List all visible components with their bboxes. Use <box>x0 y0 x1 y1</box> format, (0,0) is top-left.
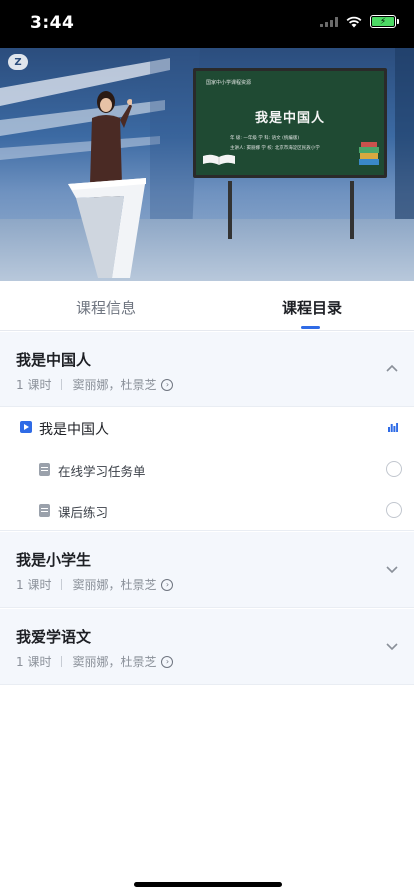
blackboard: 国家中小学课程资源 我是中国人 年 级: 一年级 学 科: 语文 (统编版) 主… <box>193 68 387 178</box>
chevron-up-icon[interactable] <box>386 364 398 372</box>
board-title: 我是中国人 <box>254 111 325 126</box>
lesson-resource-item[interactable]: 在线学习任务单 <box>0 449 414 490</box>
resource-title: 课后练习 <box>58 505 109 520</box>
unit-lesson-count: 1 课时 <box>16 655 52 669</box>
channel-logo-icon: Z <box>8 54 28 70</box>
teacher-detail-arrow-icon[interactable]: › <box>161 578 174 591</box>
lesson-resource-item[interactable]: 课后练习 <box>0 490 414 531</box>
book-stack-icon <box>359 142 379 165</box>
battery-charging-icon: ⚡ <box>372 17 394 27</box>
now-playing-bars-icon <box>388 423 398 432</box>
unit-teachers[interactable]: 窦丽娜，杜景芝 <box>72 653 156 670</box>
unit-header[interactable]: 我是小学生 1 课时 窦丽娜，杜景芝 › <box>0 532 414 608</box>
status-bar: 3:44 ⚡ <box>0 0 414 48</box>
completion-radio[interactable] <box>386 502 402 518</box>
board-grade-subject: 年 级: 一年级 学 科: 语文 (统编版) <box>230 136 300 141</box>
board-header: 国家中小学课程资源 <box>206 80 252 86</box>
play-icon <box>20 421 32 433</box>
chevron-down-icon[interactable] <box>386 643 398 651</box>
unit-teachers[interactable]: 窦丽娜，杜景芝 <box>72 576 156 593</box>
status-time: 3:44 <box>30 13 75 33</box>
video-player[interactable]: Z 国家中小学课程资源 我是中国人 年 级: 一年级 学 科: 语文 (统编版)… <box>0 48 414 281</box>
completion-radio[interactable] <box>386 461 402 477</box>
course-tabs: 课程信息 课程目录 <box>0 281 414 331</box>
lesson-item[interactable]: 我是中国人 <box>0 407 414 449</box>
document-icon <box>39 463 50 476</box>
meta-divider <box>61 579 63 590</box>
battery-icon: ⚡ <box>370 15 399 28</box>
resource-title: 在线学习任务单 <box>58 464 146 479</box>
unit-meta: 1 课时 窦丽娜，杜景芝 › <box>16 653 174 670</box>
unit-header[interactable]: 我爱学语文 1 课时 窦丽娜，杜景芝 › <box>0 609 414 685</box>
wifi-icon <box>346 16 362 27</box>
unit-meta: 1 课时 窦丽娜，杜景芝 › <box>16 376 174 393</box>
board-stand-right <box>350 181 354 239</box>
teacher-detail-arrow-icon[interactable]: › <box>161 378 174 391</box>
podium <box>68 178 146 278</box>
tab-course-info[interactable]: 课程信息 <box>76 297 136 318</box>
tab-course-catalog[interactable]: 课程目录 <box>282 297 342 318</box>
open-book-icon <box>203 154 235 165</box>
lesson-title: 我是中国人 <box>39 422 109 438</box>
unit-title: 我是中国人 <box>16 351 92 369</box>
status-icons: ⚡ <box>320 15 399 28</box>
teacher-detail-arrow-icon[interactable]: › <box>161 655 174 668</box>
meta-divider <box>61 656 63 667</box>
unit-teachers[interactable]: 窦丽娜，杜景芝 <box>72 376 156 393</box>
chevron-down-icon[interactable] <box>386 566 398 574</box>
board-teacher-school: 主讲人: 窦丽娜 学 校: 北京市海淀区民族小学 <box>230 146 320 151</box>
unit-lesson-count: 1 课时 <box>16 578 52 592</box>
unit-title: 我爱学语文 <box>16 628 92 646</box>
unit-meta: 1 课时 窦丽娜，杜景芝 › <box>16 576 174 593</box>
board-stand-left <box>228 181 232 239</box>
document-icon <box>39 504 50 517</box>
cellular-signal-icon <box>320 16 338 27</box>
unit-title: 我是小学生 <box>16 551 92 569</box>
meta-divider <box>61 379 63 390</box>
active-tab-indicator <box>301 326 320 329</box>
unit-lesson-count: 1 课时 <box>16 378 52 392</box>
home-indicator[interactable] <box>134 882 282 887</box>
unit-header[interactable]: 我是中国人 1 课时 窦丽娜，杜景芝 › <box>0 332 414 407</box>
